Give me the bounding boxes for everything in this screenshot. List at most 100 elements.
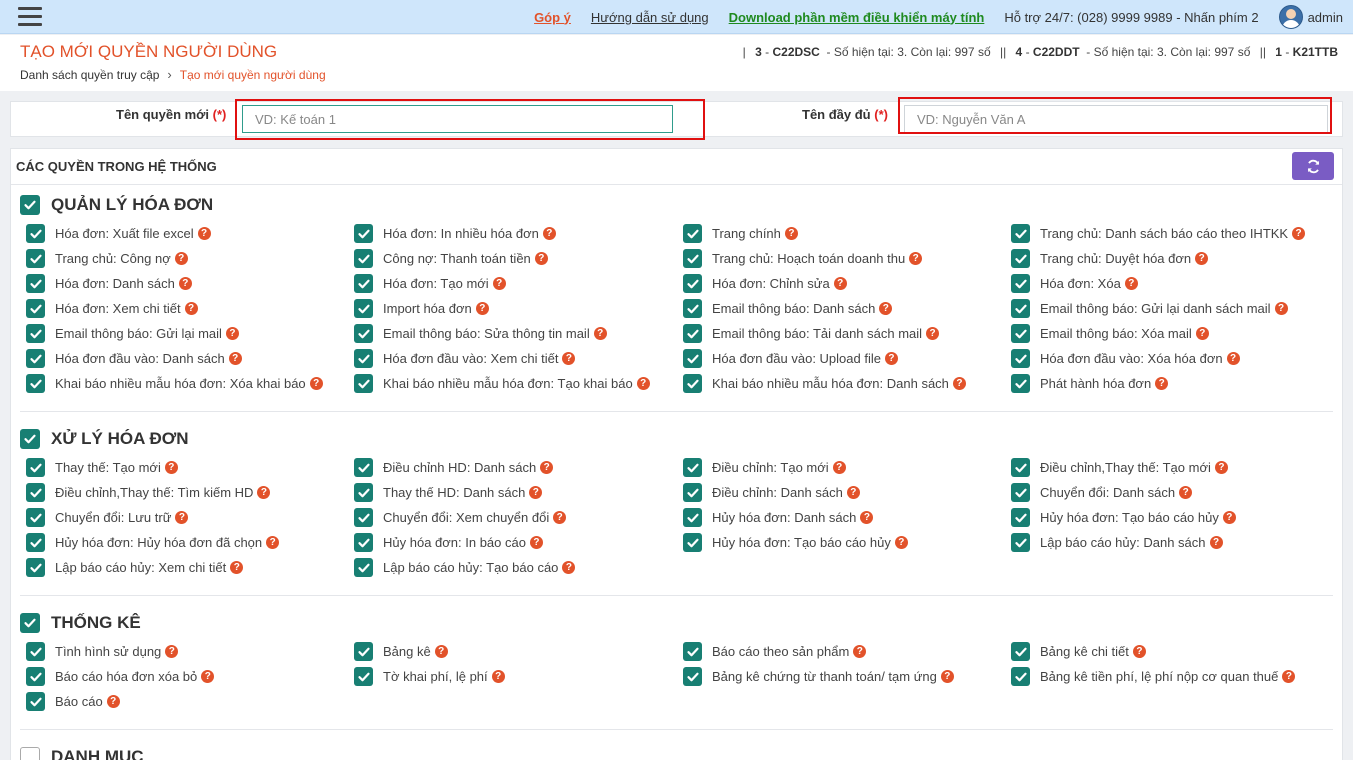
question-icon[interactable]: ? bbox=[833, 277, 847, 290]
role-name-input[interactable] bbox=[242, 105, 673, 133]
group-checkbox[interactable] bbox=[20, 747, 40, 760]
question-icon[interactable]: ? bbox=[952, 377, 966, 390]
permission-checkbox[interactable] bbox=[26, 324, 45, 343]
question-icon[interactable]: ? bbox=[165, 645, 179, 658]
group-checkbox[interactable] bbox=[20, 613, 40, 633]
question-icon[interactable]: ? bbox=[309, 377, 323, 390]
permission-checkbox[interactable] bbox=[354, 274, 373, 293]
group-checkbox[interactable] bbox=[20, 195, 40, 215]
permission-checkbox[interactable] bbox=[354, 249, 373, 268]
refresh-button[interactable] bbox=[1292, 152, 1334, 180]
permission-checkbox[interactable] bbox=[1011, 324, 1030, 343]
feedback-link[interactable]: Góp ý bbox=[534, 10, 571, 25]
permission-checkbox[interactable] bbox=[1011, 349, 1030, 368]
permission-checkbox[interactable] bbox=[26, 458, 45, 477]
permission-checkbox[interactable] bbox=[1011, 249, 1030, 268]
question-icon[interactable]: ? bbox=[884, 352, 898, 365]
permission-checkbox[interactable] bbox=[354, 324, 373, 343]
question-icon[interactable]: ? bbox=[266, 536, 280, 549]
permission-checkbox[interactable] bbox=[1011, 533, 1030, 552]
permission-checkbox[interactable] bbox=[26, 483, 45, 502]
permission-checkbox[interactable] bbox=[1011, 299, 1030, 318]
permission-checkbox[interactable] bbox=[354, 667, 373, 686]
permission-checkbox[interactable] bbox=[354, 558, 373, 577]
permission-checkbox[interactable] bbox=[26, 349, 45, 368]
permission-checkbox[interactable] bbox=[683, 458, 702, 477]
permission-checkbox[interactable] bbox=[354, 349, 373, 368]
question-icon[interactable]: ? bbox=[894, 536, 908, 549]
question-icon[interactable]: ? bbox=[1124, 277, 1138, 290]
question-icon[interactable]: ? bbox=[1179, 486, 1193, 499]
question-icon[interactable]: ? bbox=[1226, 352, 1240, 365]
question-icon[interactable]: ? bbox=[562, 561, 576, 574]
question-icon[interactable]: ? bbox=[926, 327, 940, 340]
question-icon[interactable]: ? bbox=[542, 227, 556, 240]
question-icon[interactable]: ? bbox=[860, 511, 874, 524]
permission-checkbox[interactable] bbox=[1011, 667, 1030, 686]
question-icon[interactable]: ? bbox=[184, 302, 198, 315]
permission-checkbox[interactable] bbox=[683, 249, 702, 268]
permission-checkbox[interactable] bbox=[26, 249, 45, 268]
permission-checkbox[interactable] bbox=[354, 483, 373, 502]
question-icon[interactable]: ? bbox=[491, 670, 505, 683]
permission-checkbox[interactable] bbox=[1011, 224, 1030, 243]
permission-checkbox[interactable] bbox=[1011, 642, 1030, 661]
question-icon[interactable]: ? bbox=[1195, 252, 1209, 265]
permission-checkbox[interactable] bbox=[354, 508, 373, 527]
question-icon[interactable]: ? bbox=[1195, 327, 1209, 340]
question-icon[interactable]: ? bbox=[846, 486, 860, 499]
question-icon[interactable]: ? bbox=[534, 252, 548, 265]
question-icon[interactable]: ? bbox=[540, 461, 554, 474]
permission-checkbox[interactable] bbox=[26, 274, 45, 293]
question-icon[interactable]: ? bbox=[475, 302, 489, 315]
question-icon[interactable]: ? bbox=[106, 695, 120, 708]
question-icon[interactable]: ? bbox=[1222, 511, 1236, 524]
permission-checkbox[interactable] bbox=[354, 533, 373, 552]
permission-checkbox[interactable] bbox=[683, 299, 702, 318]
question-icon[interactable]: ? bbox=[434, 645, 448, 658]
permission-checkbox[interactable] bbox=[354, 642, 373, 661]
permission-checkbox[interactable] bbox=[1011, 458, 1030, 477]
full-name-input[interactable] bbox=[904, 105, 1328, 133]
permission-checkbox[interactable] bbox=[354, 458, 373, 477]
permission-checkbox[interactable] bbox=[683, 374, 702, 393]
question-icon[interactable]: ? bbox=[562, 352, 576, 365]
permission-checkbox[interactable] bbox=[683, 349, 702, 368]
permission-checkbox[interactable] bbox=[683, 667, 702, 686]
question-icon[interactable]: ? bbox=[1132, 645, 1146, 658]
question-icon[interactable]: ? bbox=[197, 227, 211, 240]
download-remote-link[interactable]: Download phần mềm điều khiển máy tính bbox=[729, 10, 985, 25]
permission-checkbox[interactable] bbox=[354, 224, 373, 243]
permission-checkbox[interactable] bbox=[1011, 483, 1030, 502]
breadcrumb-home[interactable]: Danh sách quyền truy cập bbox=[20, 68, 159, 82]
question-icon[interactable]: ? bbox=[230, 561, 244, 574]
permission-checkbox[interactable] bbox=[354, 374, 373, 393]
question-icon[interactable]: ? bbox=[940, 670, 954, 683]
permission-checkbox[interactable] bbox=[683, 483, 702, 502]
question-icon[interactable]: ? bbox=[174, 252, 188, 265]
permission-checkbox[interactable] bbox=[26, 558, 45, 577]
question-icon[interactable]: ? bbox=[879, 302, 893, 315]
permission-checkbox[interactable] bbox=[354, 299, 373, 318]
permission-checkbox[interactable] bbox=[26, 224, 45, 243]
question-icon[interactable]: ? bbox=[1292, 227, 1306, 240]
question-icon[interactable]: ? bbox=[492, 277, 506, 290]
question-icon[interactable]: ? bbox=[832, 461, 846, 474]
permission-checkbox[interactable] bbox=[1011, 374, 1030, 393]
permission-checkbox[interactable] bbox=[26, 533, 45, 552]
question-icon[interactable]: ? bbox=[853, 645, 867, 658]
question-icon[interactable]: ? bbox=[178, 277, 192, 290]
question-icon[interactable]: ? bbox=[225, 327, 239, 340]
permission-checkbox[interactable] bbox=[26, 642, 45, 661]
permission-checkbox[interactable] bbox=[683, 642, 702, 661]
user-guide-link[interactable]: Hướng dẫn sử dụng bbox=[591, 10, 709, 25]
permission-checkbox[interactable] bbox=[26, 299, 45, 318]
user-menu[interactable]: admin bbox=[1278, 5, 1343, 29]
question-icon[interactable]: ? bbox=[1155, 377, 1169, 390]
question-icon[interactable]: ? bbox=[1209, 536, 1223, 549]
permission-checkbox[interactable] bbox=[683, 324, 702, 343]
permission-checkbox[interactable] bbox=[1011, 508, 1030, 527]
question-icon[interactable]: ? bbox=[164, 461, 178, 474]
question-icon[interactable]: ? bbox=[257, 486, 271, 499]
permission-checkbox[interactable] bbox=[683, 224, 702, 243]
